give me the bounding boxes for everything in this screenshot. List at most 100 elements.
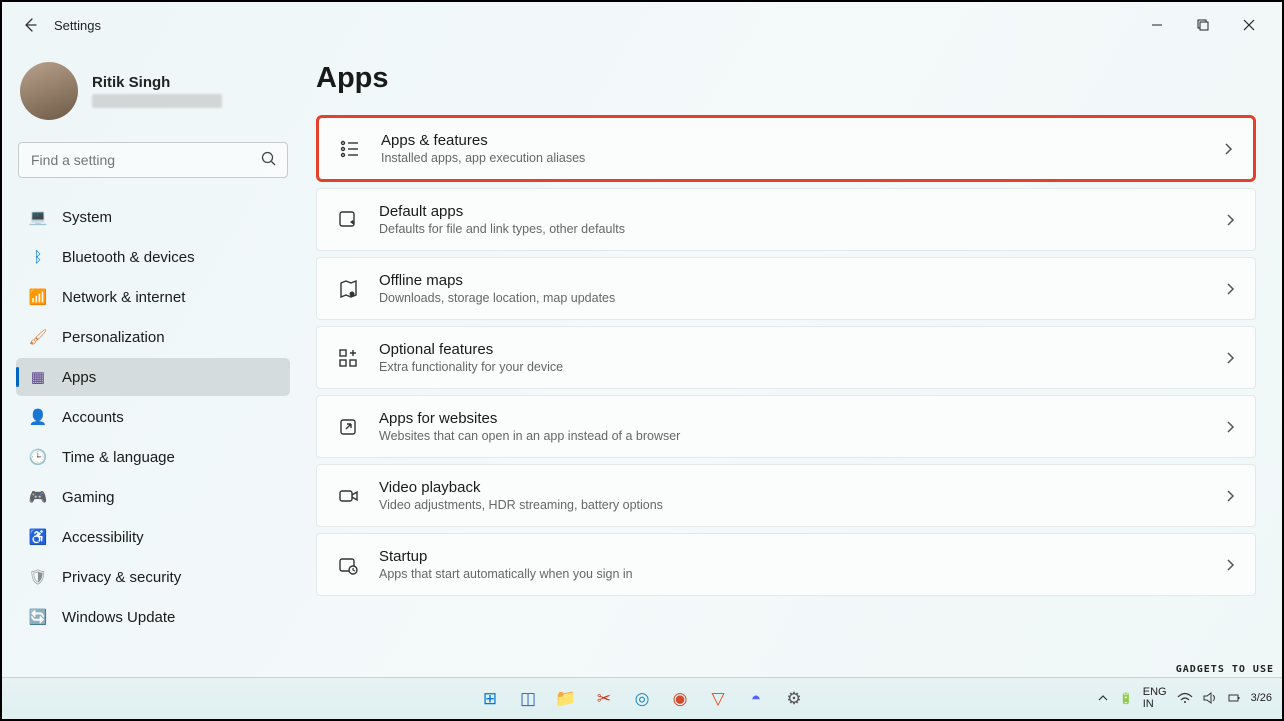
taskbar-snip-icon[interactable]: ✂ bbox=[588, 683, 620, 715]
card-apps-features[interactable]: Apps & features Installed apps, app execu… bbox=[316, 115, 1256, 182]
addsq-icon bbox=[335, 345, 361, 371]
card-title: Startup bbox=[379, 548, 1223, 565]
sidebar-item-label: Apps bbox=[62, 369, 96, 386]
linkout-icon bbox=[335, 414, 361, 440]
sidebar-item-label: Privacy & security bbox=[62, 569, 181, 586]
accounts-icon: 👤 bbox=[28, 407, 48, 427]
maximize-button[interactable] bbox=[1180, 9, 1226, 41]
window-title: Settings bbox=[54, 18, 101, 33]
video-icon bbox=[335, 483, 361, 509]
accessibility-icon: ♿ bbox=[28, 527, 48, 547]
wifi-icon[interactable] bbox=[1177, 692, 1193, 704]
sidebar-item-label: Time & language bbox=[62, 449, 175, 466]
card-title: Apps & features bbox=[381, 132, 1221, 149]
privacy-security-icon: 🛡 bbox=[28, 567, 48, 587]
minimize-button[interactable] bbox=[1134, 9, 1180, 41]
close-button[interactable] bbox=[1226, 9, 1272, 41]
bluetooth-devices-icon: ᛒ bbox=[28, 247, 48, 267]
taskbar-center: ⊞◫📁✂◎◉▽◓⚙ bbox=[474, 683, 810, 715]
sidebar-item-windows-update[interactable]: 🔄 Windows Update bbox=[16, 598, 290, 636]
sidebar-item-apps[interactable]: ▦Apps bbox=[16, 358, 290, 396]
sidebar-item-label: Windows Update bbox=[62, 609, 175, 626]
sidebar-item-network-internet[interactable]: 📶 Network & internet bbox=[16, 278, 290, 316]
watermark: GADGETS TO USE bbox=[1176, 664, 1274, 675]
back-arrow-icon bbox=[22, 17, 38, 33]
defaultapp-icon bbox=[335, 207, 361, 233]
titlebar: Settings bbox=[2, 2, 1282, 48]
windows-update-icon: 🔄 bbox=[28, 607, 48, 627]
search-icon bbox=[260, 150, 278, 168]
taskbar-discord-icon[interactable]: ◓ bbox=[740, 683, 772, 715]
search-container bbox=[18, 142, 288, 178]
taskbar-explorer-icon[interactable]: 📁 bbox=[550, 683, 582, 715]
system-icon: 💻 bbox=[28, 207, 48, 227]
sidebar-item-bluetooth-devices[interactable]: ᛒ Bluetooth & devices bbox=[16, 238, 290, 276]
taskbar-brave-icon[interactable]: ▽ bbox=[702, 683, 734, 715]
card-title: Video playback bbox=[379, 479, 1223, 496]
card-subtitle: Video adjustments, HDR streaming, batter… bbox=[379, 498, 1223, 512]
card-subtitle: Downloads, storage location, map updates bbox=[379, 291, 1223, 305]
chevron-right-icon bbox=[1223, 489, 1237, 503]
minimize-icon bbox=[1151, 19, 1163, 31]
time-language-icon: 🕒 bbox=[28, 447, 48, 467]
card-title: Offline maps bbox=[379, 272, 1223, 289]
taskbar-widgets-icon[interactable]: ◫ bbox=[512, 683, 544, 715]
gaming-icon: 🎮 bbox=[28, 487, 48, 507]
window-controls bbox=[1134, 9, 1272, 41]
sidebar-item-personalization[interactable]: 🖌Personalization bbox=[16, 318, 290, 356]
sidebar-item-system[interactable]: 💻 System bbox=[16, 198, 290, 236]
taskbar-start-icon[interactable]: ⊞ bbox=[474, 683, 506, 715]
content-area: Apps Apps & features Installed apps, app … bbox=[302, 48, 1282, 677]
search-input[interactable] bbox=[18, 142, 288, 178]
volume-icon[interactable] bbox=[1203, 692, 1217, 704]
card-offline-maps[interactable]: Offline maps Downloads, storage location,… bbox=[316, 257, 1256, 320]
sidebar-item-label: Accounts bbox=[62, 409, 124, 426]
card-apps-for-websites[interactable]: Apps for websitesWebsites that can open … bbox=[316, 395, 1256, 458]
page-title: Apps bbox=[316, 62, 1256, 95]
sidebar-item-label: Bluetooth & devices bbox=[62, 249, 195, 266]
chevron-right-icon bbox=[1223, 213, 1237, 227]
sidebar-item-label: System bbox=[62, 209, 112, 226]
battery-icon[interactable]: 🔋 bbox=[1119, 692, 1133, 705]
profile-email-redacted bbox=[92, 94, 222, 108]
close-icon bbox=[1243, 19, 1255, 31]
sidebar-item-label: Accessibility bbox=[62, 529, 144, 546]
sidebar-item-time-language[interactable]: 🕒 Time & language bbox=[16, 438, 290, 476]
sidebar-item-label: Network & internet bbox=[62, 289, 185, 306]
language-indicator[interactable]: ENG IN bbox=[1143, 686, 1167, 710]
sidebar-item-label: Personalization bbox=[62, 329, 165, 346]
map-icon bbox=[335, 276, 361, 302]
clock[interactable]: 3/26 bbox=[1251, 692, 1272, 704]
taskbar-chrome-icon[interactable]: ◉ bbox=[664, 683, 696, 715]
sidebar-item-accessibility[interactable]: ♿ Accessibility bbox=[16, 518, 290, 556]
lang-line1: ENG bbox=[1143, 686, 1167, 698]
taskbar: ⊞◫📁✂◎◉▽◓⚙ 🔋 ENG IN 3/26 bbox=[2, 677, 1282, 719]
card-optional-features[interactable]: Optional featuresExtra functionality for… bbox=[316, 326, 1256, 389]
profile-name: Ritik Singh bbox=[92, 74, 222, 91]
sidebar-item-gaming[interactable]: 🎮 Gaming bbox=[16, 478, 290, 516]
taskbar-settings-app-icon[interactable]: ⚙ bbox=[778, 683, 810, 715]
taskbar-edge-icon[interactable]: ◎ bbox=[626, 683, 658, 715]
sidebar-item-label: Gaming bbox=[62, 489, 115, 506]
power-icon[interactable] bbox=[1227, 691, 1241, 705]
maximize-icon bbox=[1197, 19, 1209, 31]
card-video-playback[interactable]: Video playback Video adjustments, HDR str… bbox=[316, 464, 1256, 527]
sidebar-item-accounts[interactable]: 👤 Accounts bbox=[16, 398, 290, 436]
card-title: Default apps bbox=[379, 203, 1223, 220]
system-tray: 🔋 ENG IN 3/26 bbox=[1097, 677, 1272, 719]
chevron-right-icon bbox=[1221, 142, 1235, 156]
sidebar-item-privacy-security[interactable]: 🛡 Privacy & security bbox=[16, 558, 290, 596]
back-button[interactable] bbox=[12, 7, 48, 43]
card-subtitle: Extra functionality for your device bbox=[379, 360, 1223, 374]
card-subtitle: Installed apps, app execution aliases bbox=[381, 151, 1221, 165]
card-default-apps[interactable]: Default appsDefaults for file and link t… bbox=[316, 188, 1256, 251]
tray-chevron-icon[interactable] bbox=[1097, 692, 1109, 704]
card-startup[interactable]: Startup Apps that start automatically whe… bbox=[316, 533, 1256, 596]
avatar bbox=[20, 62, 78, 120]
chevron-right-icon bbox=[1223, 558, 1237, 572]
card-title: Apps for websites bbox=[379, 410, 1223, 427]
network-internet-icon: 📶 bbox=[28, 287, 48, 307]
startup-icon bbox=[335, 552, 361, 578]
profile-block[interactable]: Ritik Singh bbox=[16, 56, 290, 138]
card-subtitle: Apps that start automatically when you s… bbox=[379, 567, 1223, 581]
